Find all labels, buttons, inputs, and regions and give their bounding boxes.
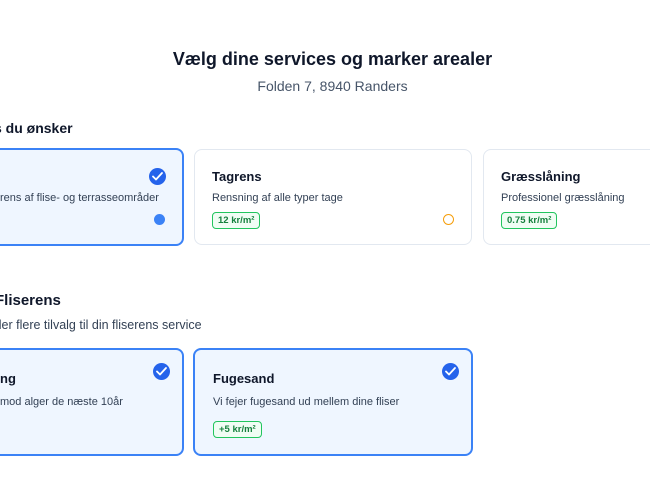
service-card-graesslaaning[interactable]: Græsslåning Professionel græsslåning 0.7… [483,149,650,245]
service-description: Rensning af alle typer tage [212,192,343,204]
check-icon [153,363,170,380]
service-card-fliserens[interactable]: rens af flise- og terrasseområder [0,148,184,246]
status-dot-pending-icon [443,214,454,225]
addon-card-algebehandling[interactable]: ng mod alger de næste 10år [0,348,184,456]
services-heading: s du ønsker [0,120,73,136]
service-name: Græsslåning [501,169,581,184]
check-icon [149,168,166,185]
address-subtitle: Folden 7, 8940 Randers [257,78,408,94]
service-name: Tagrens [212,169,262,184]
addon-name: ng [0,371,16,386]
service-description: Professionel græsslåning [501,192,625,204]
price-badge: 0.75 kr/m² [501,212,558,229]
check-icon [442,363,459,380]
price-badge: +5 kr/m² [213,421,262,438]
page-title: Vælg dine services og marker arealer [172,49,493,69]
status-dot-active-icon [154,214,165,225]
service-description: rens af flise- og terrasseområder [0,192,159,204]
addon-description: ller flere tilvalg til din fliserens ser… [0,318,202,332]
addon-heading: Fliserens [0,292,61,309]
addon-card-fugesand[interactable]: Fugesand Vi fejer fugesand ud mellem din… [193,348,473,456]
service-card-tagrens[interactable]: Tagrens Rensning af alle typer tage 12 k… [194,149,472,245]
addon-description-text: Vi fejer fugesand ud mellem dine fliser [213,396,400,408]
addon-name: Fugesand [213,371,275,386]
price-badge: 12 kr/m² [212,212,261,229]
addon-description-text: mod alger de næste 10år [0,396,123,408]
